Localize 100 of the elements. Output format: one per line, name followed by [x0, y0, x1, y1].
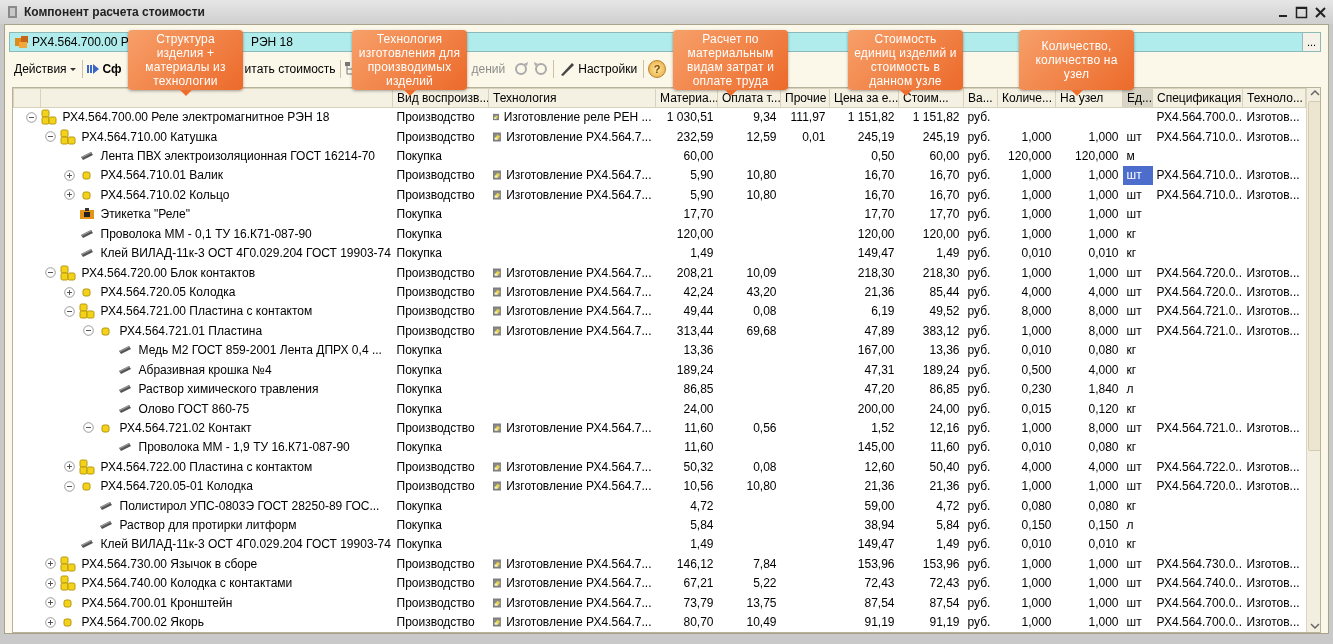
- table-cell-text: 21,36: [863, 284, 896, 301]
- item-name[interactable]: РХ4.564.722.00 Пластина с контактом: [100, 457, 313, 476]
- table-cell[interactable]: м: [1122, 146, 1153, 166]
- table-cell-text: 13,36: [682, 342, 715, 360]
- table-cell[interactable]: кг: [1122, 360, 1153, 380]
- collapse-toggle[interactable]: [25, 111, 37, 123]
- column-header[interactable]: Количе...: [997, 88, 1056, 108]
- expand-toggle[interactable]: [44, 558, 56, 570]
- table-cell[interactable]: шт: [1122, 262, 1153, 283]
- collapse-toggle[interactable]: [44, 131, 56, 143]
- item-name[interactable]: РХ4.564.720.05 Колодка: [100, 283, 236, 301]
- collapse-toggle[interactable]: [44, 267, 56, 279]
- scrollbar[interactable]: [1306, 88, 1320, 632]
- table-cell-text: Изготов...: [1245, 128, 1301, 146]
- table-cell[interactable]: кг: [1122, 495, 1153, 516]
- column-header[interactable]: Спецификация: [1152, 88, 1243, 108]
- item-name[interactable]: РХ4.564.710.01 Валик: [100, 166, 223, 185]
- button-label[interactable]: Сф: [102, 60, 122, 78]
- table-cell[interactable]: кг: [1122, 340, 1153, 360]
- item-name[interactable]: Абразивная крошка №4: [138, 360, 272, 379]
- table-cell[interactable]: шт: [1122, 593, 1153, 613]
- table-cell-text: 0,56: [752, 419, 778, 437]
- item-name[interactable]: РХ4.564.700.00 Реле электромагнитное РЭН 18: [62, 108, 330, 127]
- table-cell-text: Изготов...: [1245, 614, 1301, 632]
- table-cell[interactable]: шт: [1122, 185, 1153, 205]
- table-cell-text: руб.: [966, 458, 992, 476]
- item-name[interactable]: РХ4.564.720.05-01 Колодка: [100, 477, 253, 496]
- item-name[interactable]: Раствор химического травления: [138, 380, 319, 399]
- item-name[interactable]: Этикетка "Реле": [100, 205, 190, 224]
- column-header[interactable]: Ва...: [963, 88, 998, 108]
- table-cell[interactable]: шт: [1122, 321, 1153, 341]
- table-cell[interactable]: шт: [1122, 457, 1153, 477]
- close-icon[interactable]: [1314, 5, 1327, 19]
- item-name[interactable]: РХ4.564.710.02 Кольцо: [100, 185, 230, 204]
- settings-button[interactable]: Настройки: [558, 60, 640, 78]
- table-cell[interactable]: шт: [1122, 301, 1153, 322]
- play-icon[interactable]: [86, 63, 99, 75]
- select-button[interactable]: ...: [1302, 33, 1320, 51]
- column-header[interactable]: Техноло...: [1242, 88, 1306, 108]
- table-cell[interactable]: кг: [1122, 243, 1153, 263]
- table-cell[interactable]: шт: [1122, 165, 1153, 186]
- table-cell-text: 120,000: [1074, 148, 1120, 166]
- item-name[interactable]: Клей ВИЛАД-11к-3 ОСТ 4Г0.029.204 ГОСТ 19903-74: [100, 535, 391, 554]
- table-cell-text: Покупка: [395, 381, 443, 399]
- table-cell[interactable]: л: [1122, 379, 1153, 399]
- item-name[interactable]: Проволока ММ - 1,9 ТУ 16.К71-087-90: [138, 438, 350, 457]
- collapse-toggle[interactable]: [82, 422, 94, 434]
- item-name[interactable]: РХ4.564.740.00 Колодка с контактами: [81, 574, 293, 593]
- item-name[interactable]: РХ4.564.720.00 Блок контактов: [81, 263, 256, 282]
- item-name[interactable]: Раствор для протирки литформ: [119, 516, 297, 535]
- item-name[interactable]: Медь М2 ГОСТ 859-2001 Лента ДПРХ 0,4 ...: [138, 341, 382, 360]
- table-cell-text: 91,19: [928, 614, 961, 632]
- table-cell[interactable]: шт: [1122, 418, 1153, 438]
- column-header[interactable]: Прочие: [780, 88, 830, 108]
- item-name[interactable]: РХ4.564.721.01 Пластина: [119, 321, 263, 340]
- item-name[interactable]: РХ4.564.700.02 Якорь: [81, 613, 205, 632]
- collapse-toggle[interactable]: [63, 480, 75, 492]
- actions-dropdown[interactable]: Действия: [12, 60, 78, 78]
- item-name[interactable]: Проволока ММ - 0,1 ТУ 16.К71-087-90: [100, 224, 312, 243]
- table-cell-text: 149,47: [856, 245, 896, 263]
- expand-toggle[interactable]: [44, 597, 56, 609]
- help-button[interactable]: ?: [648, 60, 667, 78]
- expand-toggle[interactable]: [63, 169, 75, 181]
- column-header[interactable]: Технология: [488, 88, 656, 108]
- item-name[interactable]: Лента ПВХ электроизоляционная ГОСТ 16214-70: [100, 147, 376, 166]
- item-name[interactable]: РХ4.564.721.00 Пластина с контактом: [100, 302, 313, 321]
- table-cell[interactable]: шт: [1122, 573, 1153, 594]
- item-name[interactable]: Полистирол УПС-0803Э ГОСТ 28250-89 ГОС...: [119, 496, 380, 515]
- table-cell[interactable]: кг: [1122, 398, 1153, 419]
- table-cell-text: Покупка: [395, 225, 443, 243]
- item-name[interactable]: РХ4.564.710.00 Катушка: [81, 127, 218, 146]
- table-cell[interactable]: шт: [1122, 204, 1153, 225]
- table-cell[interactable]: шт: [1122, 476, 1153, 496]
- expand-toggle[interactable]: [63, 189, 75, 201]
- table-cell[interactable]: шт: [1122, 282, 1153, 302]
- collapse-toggle[interactable]: [63, 305, 75, 317]
- maximize-icon[interactable]: [1295, 5, 1308, 19]
- table-cell-text: 8,000: [1087, 419, 1120, 437]
- expand-toggle[interactable]: [44, 577, 56, 589]
- table-cell[interactable]: кг: [1122, 437, 1153, 458]
- table-cell[interactable]: шт: [1122, 554, 1153, 574]
- table-cell[interactable]: кг: [1122, 224, 1153, 244]
- table-cell-text: 1,000: [1020, 594, 1053, 612]
- item-name[interactable]: РХ4.564.700.01 Кронштейн: [81, 593, 233, 612]
- expand-toggle[interactable]: [63, 461, 75, 473]
- scroll-down-icon[interactable]: [1308, 620, 1320, 632]
- expand-toggle[interactable]: [44, 616, 56, 628]
- item-name[interactable]: Клей ВИЛАД-11к-3 ОСТ 4Г0.029.204 ГОСТ 19903-74: [100, 244, 391, 263]
- expand-toggle[interactable]: [63, 286, 75, 298]
- table-cell[interactable]: шт: [1122, 126, 1153, 147]
- item-name[interactable]: Олово ГОСТ 860-75: [138, 399, 250, 418]
- table-cell-text: Производство: [395, 284, 476, 301]
- collapse-toggle[interactable]: [82, 325, 94, 337]
- table-cell[interactable]: кг: [1122, 534, 1153, 555]
- table-cell-text: Изготовление РХ4.564.7...: [506, 303, 652, 321]
- button-label[interactable]: итать стоимость: [244, 60, 336, 78]
- item-name[interactable]: РХ4.564.730.00 Язычок в сборе: [81, 554, 258, 573]
- item-name[interactable]: РХ4.564.721.02 Контакт: [119, 418, 252, 437]
- table-cell[interactable]: шт: [1122, 612, 1153, 632]
- table-cell[interactable]: л: [1122, 515, 1153, 535]
